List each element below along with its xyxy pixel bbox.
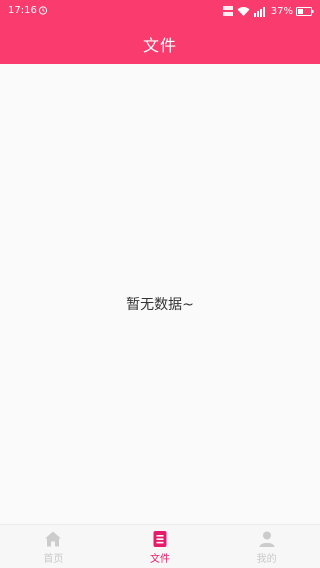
wifi-icon	[237, 6, 250, 16]
page-title: 文件	[142, 36, 177, 55]
empty-state-message: 暂无数据~	[126, 297, 194, 313]
status-bar: 17:16 37%	[0, 0, 320, 22]
tab-mine[interactable]: 我的	[213, 525, 320, 568]
tab-home-label: 首页	[43, 554, 64, 565]
battery-icon	[296, 6, 314, 16]
tab-home[interactable]: 首页	[0, 525, 107, 568]
network-speed-icon	[222, 6, 233, 16]
tab-file[interactable]: 文件	[107, 525, 214, 568]
battery-percent: 37%	[270, 5, 293, 17]
file-list-area: 暂无数据~	[0, 64, 320, 524]
status-icons: 37%	[222, 4, 314, 18]
user-icon	[259, 531, 275, 547]
alarm-icon	[38, 6, 48, 15]
signal-icon	[253, 6, 265, 17]
app-header: 17:16 37% 文件	[0, 0, 320, 64]
file-icon	[153, 531, 167, 547]
bottom-tab-bar: 首页 文件 我的	[0, 524, 320, 568]
status-time: 17:16	[8, 5, 37, 16]
tab-mine-label: 我的	[256, 554, 277, 565]
home-icon	[45, 531, 62, 547]
tab-file-label: 文件	[150, 554, 170, 565]
